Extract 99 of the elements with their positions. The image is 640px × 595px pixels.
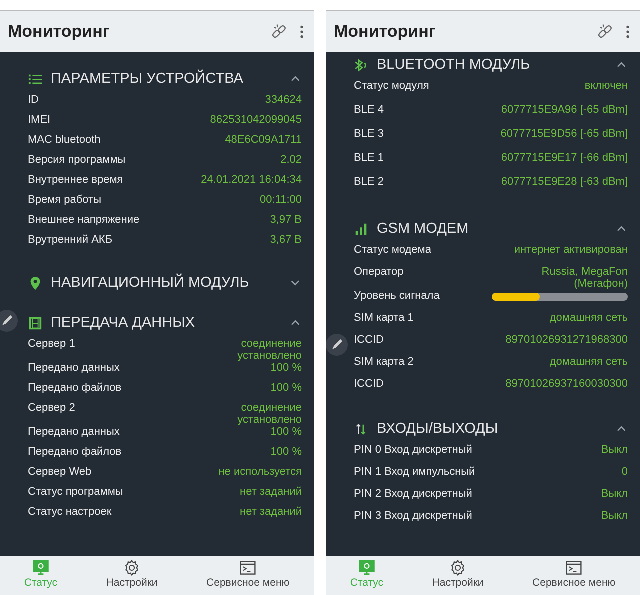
field-value: 3,97 В — [270, 214, 302, 226]
nav-tab[interactable]: Сервисное меню — [532, 559, 616, 589]
field-label: Передано данных — [28, 362, 120, 374]
field-value: 24.01.2021 16:04:34 — [201, 174, 302, 186]
field-label: PIN 3 Вход дискретный — [354, 510, 472, 522]
field-value: нет заданий — [240, 486, 302, 498]
field-label: Оператор — [354, 266, 404, 278]
field-value: 100 % — [270, 426, 302, 438]
field-label: BLE 2 — [354, 176, 384, 188]
field-value: домашняя сеть — [550, 312, 628, 324]
field-label: Внешнее напряжение — [28, 214, 140, 226]
field-value: 00:11:00 — [260, 194, 302, 206]
section-title: НАВИГАЦИОННЫЙ МОДУЛЬ — [51, 275, 250, 291]
field-label: ID — [28, 94, 39, 106]
field-value: включен — [584, 80, 628, 92]
field-value: соединение установлено — [236, 338, 302, 362]
field-value: Выкл — [601, 444, 628, 456]
chevron-up-icon[interactable] — [291, 76, 300, 82]
field-value: 100 % — [270, 382, 302, 394]
field-label: PIN 2 Вход дискретный — [354, 488, 472, 500]
terminal-icon — [565, 559, 584, 577]
field-label: Уровень сигнала — [354, 290, 440, 302]
field-label: Передано данных — [28, 426, 120, 438]
field-value: 862531042099045 — [210, 114, 302, 126]
section-title: BLUETOOTH МОДУЛЬ — [377, 57, 532, 73]
field-label: Время работы — [28, 194, 102, 206]
field-label: Врутренний АКБ — [28, 234, 113, 246]
signal-bars-icon — [354, 222, 369, 236]
field-value: 3,67 В — [270, 234, 302, 246]
field-label: Передано файлов — [28, 446, 122, 458]
screen-title: Мониторинг — [334, 22, 437, 42]
field-value: 6077715E9D56 [-65 dBm] — [500, 128, 628, 140]
field-value: 6077715E9E17 [-66 dBm] — [501, 152, 628, 164]
more-menu-icon[interactable] — [300, 24, 304, 38]
field-value: не используется — [218, 466, 302, 478]
field-value: нет заданий — [240, 506, 302, 518]
link-icon[interactable] — [270, 22, 288, 40]
field-label: ICCID — [354, 334, 384, 346]
chevron-up-icon[interactable] — [617, 62, 626, 68]
field-label: Внутреннее время — [28, 174, 124, 186]
chevron-down-icon[interactable] — [291, 280, 300, 286]
field-value: домашняя сеть — [550, 356, 628, 368]
link-icon[interactable] — [596, 22, 614, 40]
monitor-icon — [32, 559, 50, 577]
field-label: SIM карта 2 — [354, 356, 414, 368]
edit-pencil-icon[interactable] — [0, 310, 18, 332]
field-value: интернет активирован — [514, 244, 628, 256]
more-menu-icon[interactable] — [626, 24, 630, 38]
terminal-icon — [239, 559, 258, 577]
field-label: ICCID — [354, 378, 384, 390]
chevron-up-icon[interactable] — [617, 226, 626, 232]
field-value: 6077715E9A96 [-65 dBm] — [501, 104, 628, 116]
section-title: ПАРАМЕТРЫ УСТРОЙСТВА — [51, 71, 244, 87]
section-title: ВХОДЫ/ВЫХОДЫ — [377, 421, 500, 437]
sim-card-icon — [28, 316, 43, 330]
field-value: Выкл — [601, 488, 628, 500]
field-value: 48E6C09A1711 — [225, 134, 302, 146]
field-value: Выкл — [601, 510, 628, 522]
field-value: 6077715E9E28 [-63 dBm] — [501, 176, 628, 188]
field-label: BLE 3 — [354, 128, 384, 140]
edit-pencil-icon[interactable] — [326, 334, 348, 356]
field-value: 89701026931271968300 — [506, 334, 628, 346]
field-label: Статус программы — [28, 486, 124, 498]
field-label: IMEI — [28, 114, 51, 126]
screen-title: Мониторинг — [8, 22, 111, 42]
field-label: Версия программы — [28, 154, 126, 166]
field-label: BLE 1 — [354, 152, 384, 164]
section-title: ПЕРЕДАЧА ДАННЫХ — [51, 315, 196, 331]
chevron-up-icon[interactable] — [291, 320, 300, 326]
field-value: 100 % — [270, 446, 302, 458]
nav-tab[interactable]: Настройки — [432, 559, 484, 589]
nav-tab[interactable]: Сервисное меню — [206, 559, 290, 589]
field-value: 334624 — [265, 94, 302, 106]
bluetooth-icon — [354, 58, 369, 72]
field-value: 2.02 — [280, 154, 302, 166]
field-value: 100 % — [270, 362, 302, 374]
field-label: Сервер 2 — [28, 402, 76, 414]
field-label: Статус модема — [354, 244, 432, 256]
field-label: Сервер 1 — [28, 338, 76, 350]
field-value: Russia, MegaFon (Мегафон) — [540, 266, 628, 290]
field-label: Статус модуля — [354, 80, 430, 92]
location-pin-icon — [28, 276, 43, 290]
field-label: PIN 1 Вход импульсный — [354, 466, 476, 478]
field-value: 0 — [622, 466, 628, 478]
field-label: PIN 0 Вход дискретный — [354, 444, 472, 456]
chevron-up-icon[interactable] — [617, 426, 626, 432]
field-value: 89701026937160030300 — [506, 378, 628, 390]
nav-tab[interactable]: Настройки — [106, 559, 158, 589]
field-label: Передано файлов — [28, 382, 122, 394]
field-label: MAC bluetooth — [28, 134, 101, 146]
field-value: соединение установлено — [236, 402, 302, 426]
field-label: Сервер Web — [28, 466, 92, 478]
settings-icon — [449, 559, 468, 577]
field-label: Статус настроек — [28, 506, 112, 518]
field-label: BLE 4 — [354, 104, 384, 116]
field-label: SIM карта 1 — [354, 312, 414, 324]
settings-icon — [123, 559, 142, 577]
section-title: GSM МОДЕМ — [377, 221, 470, 237]
monitor-icon — [358, 559, 376, 577]
